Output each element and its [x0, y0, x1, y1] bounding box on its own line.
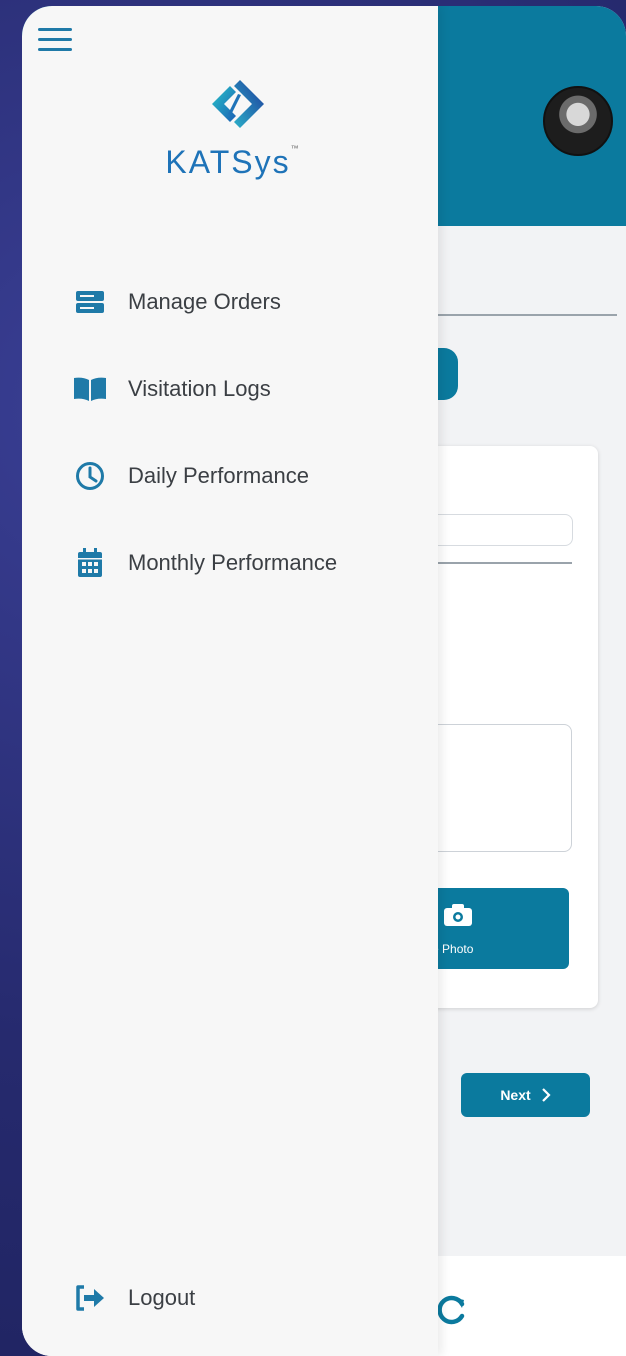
menu-item-label: Daily Performance — [128, 463, 309, 488]
menu-item-manage-orders[interactable]: Manage Orders — [72, 280, 412, 324]
katsys-logo: KATSys™ — [142, 64, 322, 184]
capture-photo-button[interactable]: ture Photo — [418, 888, 569, 969]
refresh-icon[interactable] — [434, 1292, 470, 1328]
navigation-drawer: KATSys™ Manage Orders Visitation Logs Da… — [22, 6, 438, 1356]
next-button[interactable]: Next — [461, 1073, 590, 1117]
menu-item-daily-performance[interactable]: Daily Performance — [72, 454, 412, 498]
camera-icon — [444, 904, 472, 926]
next-label: Next — [500, 1087, 531, 1103]
menu-item-monthly-performance[interactable]: Monthly Performance — [72, 541, 412, 585]
tab-underline — [412, 314, 617, 316]
hamburger-menu-icon[interactable] — [36, 24, 76, 56]
menu-item-label: Visitation Logs — [128, 376, 271, 401]
logo-wordmark: KATSys™ — [165, 144, 299, 180]
menu-item-label: Monthly Performance — [128, 550, 338, 575]
menu-item-label: Manage Orders — [128, 289, 281, 314]
menu-item-visitation-logs[interactable]: Visitation Logs — [72, 367, 412, 411]
server-icon — [76, 291, 104, 313]
logout-label: Logout — [128, 1285, 196, 1310]
book-open-icon — [74, 377, 106, 401]
logout-icon — [76, 1285, 104, 1311]
chevron-right-icon — [541, 1088, 551, 1102]
code-diamond-icon — [212, 80, 264, 128]
avatar[interactable] — [543, 86, 613, 156]
clock-icon — [76, 462, 104, 490]
app-screen: ture Photo Next KATSys™ Manage Orders Vi… — [22, 6, 626, 1356]
logout-button[interactable]: Logout — [72, 1276, 372, 1320]
calendar-icon — [78, 548, 102, 577]
